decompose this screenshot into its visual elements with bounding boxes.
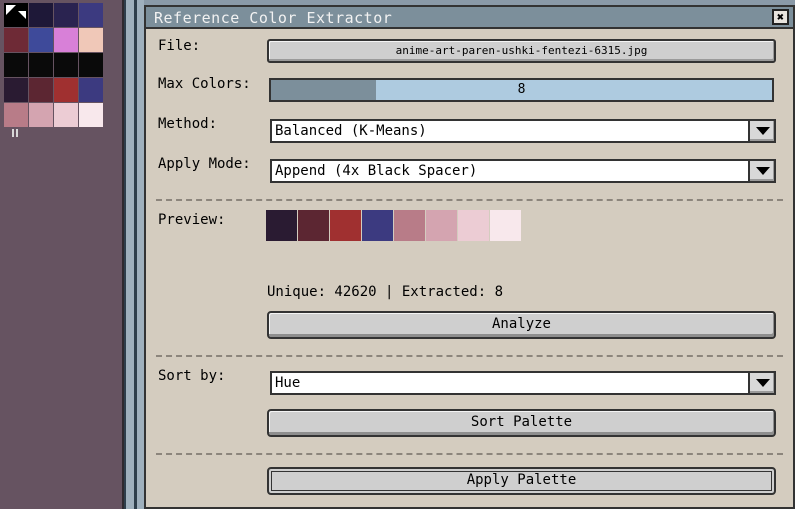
palette-swatch[interactable]: [54, 3, 78, 27]
palette-swatch[interactable]: [79, 53, 103, 77]
method-selected-value: Balanced (K-Means): [275, 123, 427, 139]
apply-mode-selected-value: Append (4x Black Spacer): [275, 163, 478, 179]
apply-mode-label: Apply Mode:: [158, 156, 251, 172]
sort-by-selected-value: Hue: [275, 375, 301, 391]
section-divider: [156, 355, 783, 357]
file-name: anime-art-paren-ushki-fentezi-6315.jpg: [395, 44, 648, 57]
method-label: Method:: [158, 116, 218, 132]
preview-swatch: [266, 210, 297, 241]
preview-swatch: [490, 210, 521, 241]
palette-swatch[interactable]: [54, 103, 78, 127]
sort-by-select[interactable]: Hue: [270, 371, 776, 395]
reference-color-extractor-dialog: Reference Color Extractor ✖ File: anime-…: [144, 5, 795, 509]
preview-swatch: [458, 210, 489, 241]
panel-separator[interactable]: [124, 0, 144, 509]
section-divider: [156, 199, 783, 201]
extraction-stats: Unique: 42620 | Extracted: 8: [267, 284, 504, 300]
chevron-down-icon[interactable]: [748, 371, 776, 395]
chevron-down-icon[interactable]: [748, 159, 776, 183]
sort-by-label: Sort by:: [158, 368, 226, 384]
method-select[interactable]: Balanced (K-Means): [270, 119, 776, 143]
preview-swatch: [298, 210, 329, 241]
palette-swatch[interactable]: [29, 28, 53, 52]
apply-palette-button[interactable]: Apply Palette: [267, 467, 776, 495]
palette-swatch[interactable]: [79, 28, 103, 52]
close-icon: ✖: [776, 10, 785, 24]
palette-swatch[interactable]: [79, 103, 103, 127]
palette-swatch[interactable]: [4, 103, 28, 127]
analyze-button[interactable]: Analyze: [267, 311, 776, 339]
palette-swatch[interactable]: [29, 53, 53, 77]
preview-swatch: [426, 210, 457, 241]
max-colors-value: 8: [517, 82, 526, 97]
section-divider: [156, 453, 783, 455]
palette-end-marker: [12, 129, 18, 137]
sort-palette-button[interactable]: Sort Palette: [267, 409, 776, 437]
max-colors-label: Max Colors:: [158, 76, 251, 92]
palette-swatch[interactable]: [54, 28, 78, 52]
apply-mode-select[interactable]: Append (4x Black Spacer): [270, 159, 776, 183]
palette-swatch[interactable]: [29, 3, 53, 27]
selected-swatch-indicator: [4, 3, 28, 27]
file-label: File:: [158, 38, 201, 54]
max-colors-slider[interactable]: 8: [269, 78, 774, 102]
palette-swatch[interactable]: [4, 53, 28, 77]
palette-swatch[interactable]: [29, 103, 53, 127]
dialog-titlebar[interactable]: Reference Color Extractor ✖: [146, 7, 793, 29]
palette-swatch[interactable]: [4, 78, 28, 102]
preview-swatch: [362, 210, 393, 241]
dialog-title: Reference Color Extractor: [154, 9, 393, 27]
preview-label: Preview:: [158, 212, 226, 228]
palette-swatch[interactable]: [54, 78, 78, 102]
palette-swatch[interactable]: [29, 78, 53, 102]
file-picker-button[interactable]: anime-art-paren-ushki-fentezi-6315.jpg: [267, 39, 776, 63]
preview-swatch: [330, 210, 361, 241]
palette-panel: [0, 0, 124, 509]
palette-swatch[interactable]: [54, 53, 78, 77]
palette-swatch[interactable]: [4, 28, 28, 52]
palette-swatch[interactable]: [79, 3, 103, 27]
close-button[interactable]: ✖: [772, 9, 789, 25]
palette-swatch[interactable]: [79, 78, 103, 102]
chevron-down-icon[interactable]: [748, 119, 776, 143]
preview-swatch: [394, 210, 425, 241]
